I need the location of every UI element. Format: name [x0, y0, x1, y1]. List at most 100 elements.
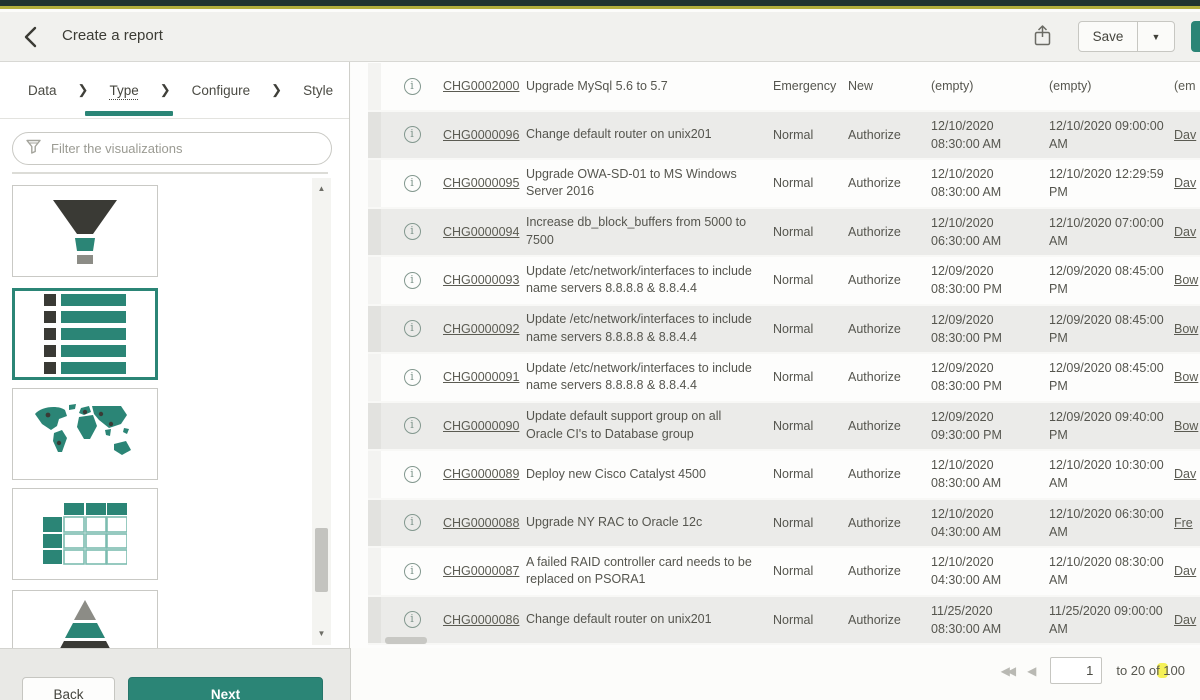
- visualization-list: [0, 178, 310, 648]
- table-row[interactable]: i CHG0000096 Change default router on un…: [368, 112, 1200, 161]
- start-date-cell: 12/10/2020 08:30:00 AM: [931, 456, 1049, 492]
- assigned-to-link[interactable]: Bow: [1174, 419, 1200, 433]
- back-button[interactable]: Back: [22, 677, 115, 700]
- table-row[interactable]: i CHG0000091 Update /etc/network/interfa…: [368, 354, 1200, 403]
- save-dropdown-button[interactable]: ▼: [1137, 21, 1175, 52]
- info-icon[interactable]: i: [404, 175, 421, 192]
- assigned-to-link[interactable]: Bow: [1174, 370, 1200, 384]
- viz-thumbnail-world-map[interactable]: [12, 388, 158, 480]
- step-style[interactable]: Style: [303, 83, 333, 98]
- table-row[interactable]: i CHG0000086 Change default router on un…: [368, 597, 1200, 646]
- info-icon[interactable]: i: [404, 514, 421, 531]
- info-icon[interactable]: i: [404, 369, 421, 386]
- report-preview-pane: i CHG0002000 Upgrade MySql 5.6 to 5.7 Em…: [351, 62, 1200, 648]
- record-link[interactable]: CHG0000092: [443, 322, 519, 336]
- record-link[interactable]: CHG0000096: [443, 128, 519, 142]
- number-cell: CHG0000087: [443, 564, 526, 578]
- step-configure[interactable]: Configure: [192, 83, 251, 98]
- record-link[interactable]: CHG0000090: [443, 419, 519, 433]
- priority-cell: Normal: [773, 225, 848, 239]
- info-icon[interactable]: i: [404, 223, 421, 240]
- table-row[interactable]: i CHG0002000 Upgrade MySql 5.6 to 5.7 Em…: [368, 63, 1200, 112]
- previous-page-icon[interactable]: ◀: [1027, 664, 1036, 678]
- table-row[interactable]: i CHG0000095 Upgrade OWA-SD-01 to MS Win…: [368, 160, 1200, 209]
- number-cell: CHG0002000: [443, 79, 526, 93]
- scroll-down-icon[interactable]: ▼: [312, 625, 331, 643]
- back-arrow-icon[interactable]: [18, 26, 44, 50]
- visualization-filter: [12, 132, 332, 165]
- end-date-cell: 12/10/2020 09:00:00 AM: [1049, 117, 1174, 153]
- record-link[interactable]: CHG0000086: [443, 613, 519, 627]
- step-data[interactable]: Data: [28, 83, 57, 98]
- assigned-to-link[interactable]: Dav: [1174, 128, 1200, 142]
- viz-thumbnail-list[interactable]: [12, 288, 158, 380]
- page-number-input[interactable]: [1050, 657, 1102, 684]
- info-cell: i: [381, 320, 443, 337]
- priority-cell: Normal: [773, 419, 848, 433]
- first-page-icon[interactable]: ◀◀: [1001, 664, 1013, 678]
- start-date-cell: 12/10/2020 04:30:00 AM: [931, 505, 1049, 541]
- info-icon[interactable]: i: [404, 611, 421, 628]
- table-row[interactable]: i CHG0000088 Upgrade NY RAC to Oracle 12…: [368, 500, 1200, 549]
- assigned-to-link[interactable]: Fre: [1174, 516, 1200, 530]
- info-icon[interactable]: i: [404, 272, 421, 289]
- record-link[interactable]: CHG0000089: [443, 467, 519, 481]
- info-cell: i: [381, 563, 443, 580]
- end-date-cell: 12/09/2020 09:40:00 PM: [1049, 408, 1174, 444]
- horizontal-scrollbar-thumb[interactable]: [385, 637, 427, 644]
- assigned-to-link[interactable]: Dav: [1174, 613, 1200, 627]
- assigned-to-link[interactable]: Bow: [1174, 273, 1200, 287]
- table-row[interactable]: i CHG0000087 A failed RAID controller ca…: [368, 548, 1200, 597]
- info-icon[interactable]: i: [404, 466, 421, 483]
- clipped-edge-button[interactable]: [1191, 21, 1200, 52]
- record-link[interactable]: CHG0000087: [443, 564, 519, 578]
- viz-thumbnail-funnel[interactable]: [12, 185, 158, 277]
- record-link[interactable]: CHG0002000: [443, 79, 519, 93]
- assigned-to-link[interactable]: Dav: [1174, 225, 1200, 239]
- assigned-to-link[interactable]: Dav: [1174, 467, 1200, 481]
- state-cell: Authorize: [848, 516, 931, 530]
- number-cell: CHG0000091: [443, 370, 526, 384]
- viz-thumbnail-heatmap-table[interactable]: [12, 488, 158, 580]
- chevron-down-icon: ▼: [1152, 32, 1161, 42]
- state-cell: Authorize: [848, 370, 931, 384]
- assigned-to-link[interactable]: Dav: [1174, 176, 1200, 190]
- info-icon[interactable]: i: [404, 78, 421, 95]
- record-link[interactable]: CHG0000088: [443, 516, 519, 530]
- number-cell: CHG0000089: [443, 467, 526, 481]
- table-row[interactable]: i CHG0000089 Deploy new Cisco Catalyst 4…: [368, 451, 1200, 500]
- short-description-cell: A failed RAID controller card needs to b…: [526, 554, 761, 589]
- scroll-up-icon[interactable]: ▲: [312, 180, 331, 198]
- priority-cell: Normal: [773, 128, 848, 142]
- assigned-to-link[interactable]: Dav: [1174, 564, 1200, 578]
- number-cell: CHG0000096: [443, 128, 526, 142]
- table-row[interactable]: i CHG0000094 Increase db_block_buffers f…: [368, 209, 1200, 258]
- active-step-indicator: [85, 111, 173, 116]
- end-date-cell: 12/10/2020 10:30:00 AM: [1049, 456, 1174, 492]
- share-icon[interactable]: [1028, 24, 1056, 50]
- save-button[interactable]: Save: [1078, 21, 1138, 52]
- record-link[interactable]: CHG0000093: [443, 273, 519, 287]
- start-date-cell: 12/09/2020 08:30:00 PM: [931, 262, 1049, 298]
- step-type[interactable]: Type: [109, 83, 138, 98]
- table-row[interactable]: i CHG0000092 Update /etc/network/interfa…: [368, 306, 1200, 355]
- scrollbar-thumb[interactable]: [315, 528, 328, 592]
- record-link[interactable]: CHG0000095: [443, 176, 519, 190]
- filter-input[interactable]: [51, 141, 331, 156]
- info-cell: i: [381, 514, 443, 531]
- info-icon[interactable]: i: [404, 417, 421, 434]
- next-button[interactable]: Next: [128, 677, 323, 700]
- assigned-to-link[interactable]: Bow: [1174, 322, 1200, 336]
- info-icon[interactable]: i: [404, 126, 421, 143]
- global-nav-bar: [0, 0, 1200, 9]
- info-icon[interactable]: i: [404, 320, 421, 337]
- table-row[interactable]: i CHG0000090 Update default support grou…: [368, 403, 1200, 452]
- info-icon[interactable]: i: [404, 563, 421, 580]
- info-cell: i: [381, 611, 443, 628]
- number-cell: CHG0000086: [443, 613, 526, 627]
- panel-scrollbar[interactable]: ▲ ▼: [312, 178, 331, 645]
- record-link[interactable]: CHG0000091: [443, 370, 519, 384]
- record-link[interactable]: CHG0000094: [443, 225, 519, 239]
- table-row[interactable]: i CHG0000093 Update /etc/network/interfa…: [368, 257, 1200, 306]
- assigned-to-link[interactable]: (em: [1174, 79, 1200, 93]
